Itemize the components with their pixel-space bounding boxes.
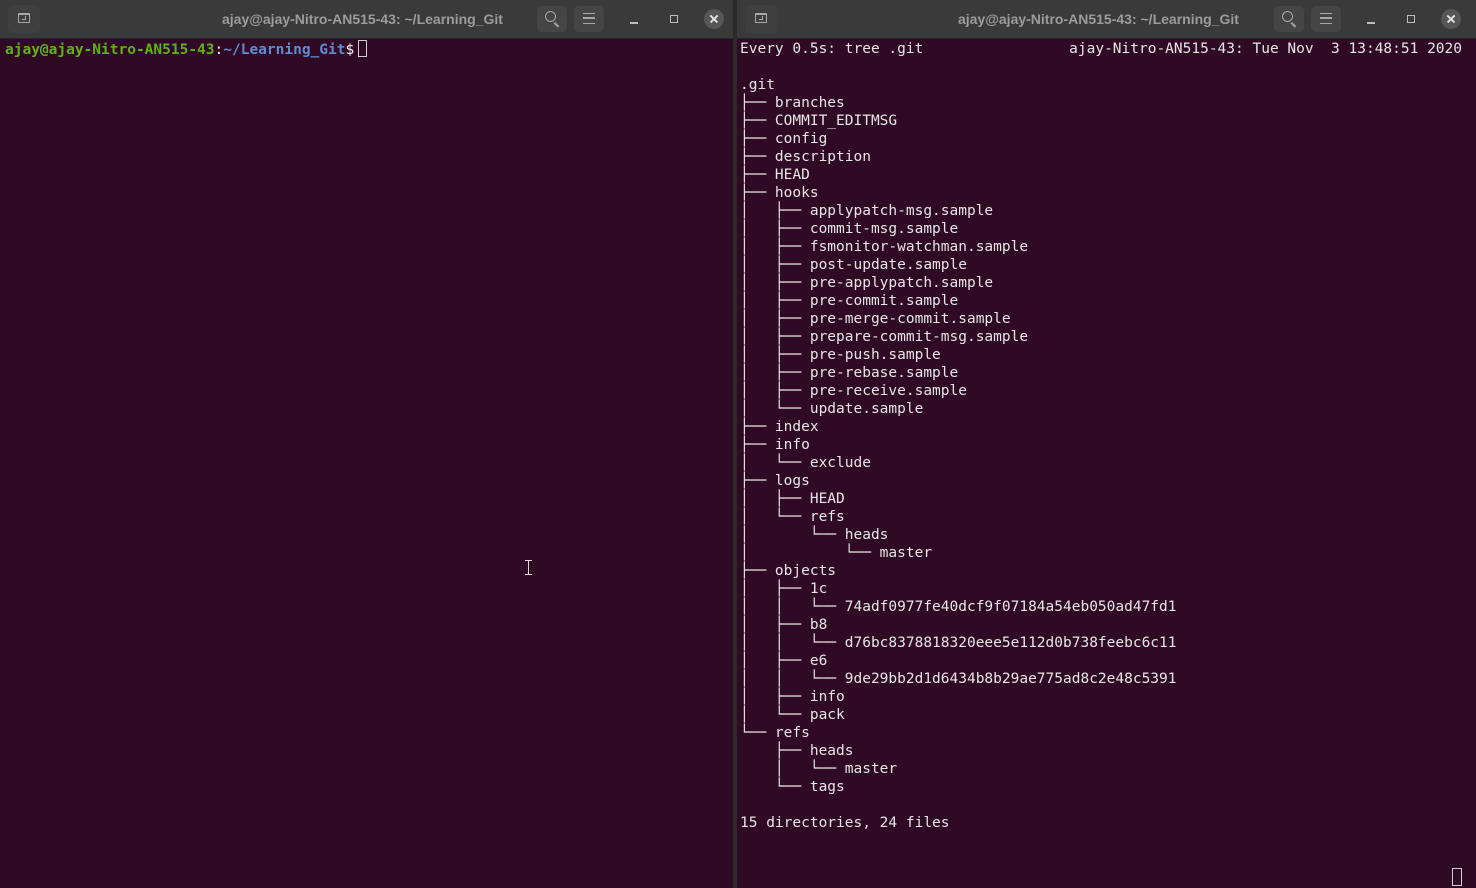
maximize-icon <box>670 15 678 23</box>
tree-line: │ ├── info <box>740 689 845 705</box>
right-new-tab-button[interactable] <box>745 5 777 33</box>
tree-line: │ ├── pre-commit.sample <box>740 293 959 309</box>
watch-header: Every 0.5s: tree .git ajay-Nitro-AN515-4… <box>740 40 1476 58</box>
left-menu-button[interactable] <box>574 6 604 32</box>
prompt-user-host: ajay@ajay-Nitro-AN515-43 <box>5 42 215 58</box>
prompt-colon: : <box>214 42 224 58</box>
right-search-button[interactable] <box>1274 6 1304 32</box>
tree-line: │ └── refs <box>740 509 845 525</box>
maximize-icon <box>1407 15 1415 23</box>
new-tab-icon <box>18 13 30 23</box>
tree-line: │ └── pack <box>740 707 845 723</box>
tree-line: │ ├── post-update.sample <box>740 257 967 273</box>
close-icon <box>1441 9 1461 29</box>
tree-line: │ ├── pre-receive.sample <box>740 383 967 399</box>
tree-line: │ └── exclude <box>740 455 871 471</box>
menu-icon <box>583 13 595 24</box>
close-icon <box>704 9 724 29</box>
tree-line: ├── info <box>740 437 810 453</box>
tree-line: ├── branches <box>740 95 845 111</box>
tree-line <box>740 796 1476 814</box>
right-close-button[interactable] <box>1439 7 1463 31</box>
tree-line: ├── logs <box>740 473 810 489</box>
prompt-path: ~/Learning_Git <box>223 42 346 58</box>
tree-line: ├── description <box>740 149 871 165</box>
left-minimize-button[interactable] <box>622 7 646 31</box>
tree-line: ├── HEAD <box>740 167 810 183</box>
menu-icon <box>1320 13 1332 24</box>
new-tab-icon <box>755 13 767 23</box>
text-cursor-icon <box>525 560 532 575</box>
tree-line: │ │ └── 9de29bb2d1d6434b8b29ae775ad8c2e4… <box>740 671 1177 687</box>
left-titlebar: ajay@ajay-Nitro-AN515-43: ~/Learning_Git <box>0 0 733 39</box>
watch-status: ajay-Nitro-AN515-43: Tue Nov 3 13:48:51 … <box>1069 41 1462 57</box>
shell-prompt-line: ajay@ajay-Nitro-AN515-43:~/Learning_Git$ <box>5 40 733 58</box>
tree-line: 15 directories, 24 files <box>740 815 950 831</box>
tree-line: │ ├── 1c <box>740 581 828 597</box>
tree-line: │ └── heads <box>740 527 889 543</box>
tree-line: │ └── update.sample <box>740 401 924 417</box>
minimize-icon <box>630 22 638 24</box>
minimize-icon <box>1367 22 1375 24</box>
tree-line: └── tags <box>740 779 845 795</box>
tree-line: ├── objects <box>740 563 837 579</box>
tree-output: .git ├── branches ├── COMMIT_EDITMSG ├── co… <box>740 76 1476 832</box>
tree-line: │ ├── HEAD <box>740 491 845 507</box>
tree-line: │ ├── b8 <box>740 617 828 633</box>
right-terminal-content[interactable]: Every 0.5s: tree .git ajay-Nitro-AN515-4… <box>737 40 1476 888</box>
left-terminal-content[interactable]: ajay@ajay-Nitro-AN515-43:~/Learning_Git$ <box>0 40 733 888</box>
tree-line: │ ├── fsmonitor-watchman.sample <box>740 239 1029 255</box>
tree-line: .git <box>740 77 775 93</box>
terminal-cursor <box>1452 868 1462 886</box>
tree-line: ├── index <box>740 419 819 435</box>
tree-line: └── refs <box>740 725 810 741</box>
tree-line: │ ├── pre-push.sample <box>740 347 941 363</box>
search-icon <box>1282 11 1293 22</box>
tree-line: ├── heads <box>740 743 854 759</box>
tree-line: │ │ └── d76bc8378818320eee5e112d0b738fee… <box>740 635 1177 651</box>
right-maximize-button[interactable] <box>1399 7 1423 31</box>
tree-line: │ ├── pre-merge-commit.sample <box>740 311 1011 327</box>
left-close-button[interactable] <box>702 7 726 31</box>
tree-line: │ └── master <box>740 761 898 777</box>
tree-line: │ ├── prepare-commit-msg.sample <box>740 329 1029 345</box>
tree-line: │ ├── applypatch-msg.sample <box>740 203 994 219</box>
left-terminal-window: ajay@ajay-Nitro-AN515-43: ~/Learning_Git… <box>0 0 733 888</box>
left-new-tab-button[interactable] <box>8 5 40 33</box>
right-terminal-window: ajay@ajay-Nitro-AN515-43: ~/Learning_Git… <box>737 0 1476 888</box>
tree-line: │ ├── pre-applypatch.sample <box>740 275 994 291</box>
tree-line: │ ├── e6 <box>740 653 828 669</box>
right-menu-button[interactable] <box>1311 6 1341 32</box>
right-window-title: ajay@ajay-Nitro-AN515-43: ~/Learning_Git <box>958 11 1239 27</box>
left-search-button[interactable] <box>537 6 567 32</box>
right-minimize-button[interactable] <box>1359 7 1383 31</box>
tree-line: ├── config <box>740 131 828 147</box>
tree-line: │ ├── commit-msg.sample <box>740 221 959 237</box>
tree-line: ├── hooks <box>740 185 819 201</box>
right-titlebar: ajay@ajay-Nitro-AN515-43: ~/Learning_Git <box>737 0 1476 39</box>
left-window-title: ajay@ajay-Nitro-AN515-43: ~/Learning_Git <box>222 11 503 27</box>
tree-line: │ ├── pre-rebase.sample <box>740 365 959 381</box>
terminal-cursor <box>358 40 368 57</box>
left-maximize-button[interactable] <box>662 7 686 31</box>
search-icon <box>545 11 556 22</box>
prompt-symbol: $ <box>345 42 355 58</box>
tree-line: │ │ └── 74adf0977fe40dcf9f07184a54eb050a… <box>740 599 1177 615</box>
watch-command: Every 0.5s: tree .git <box>740 41 924 57</box>
tree-line: ├── COMMIT_EDITMSG <box>740 113 898 129</box>
tree-line: │ └── master <box>740 545 933 561</box>
